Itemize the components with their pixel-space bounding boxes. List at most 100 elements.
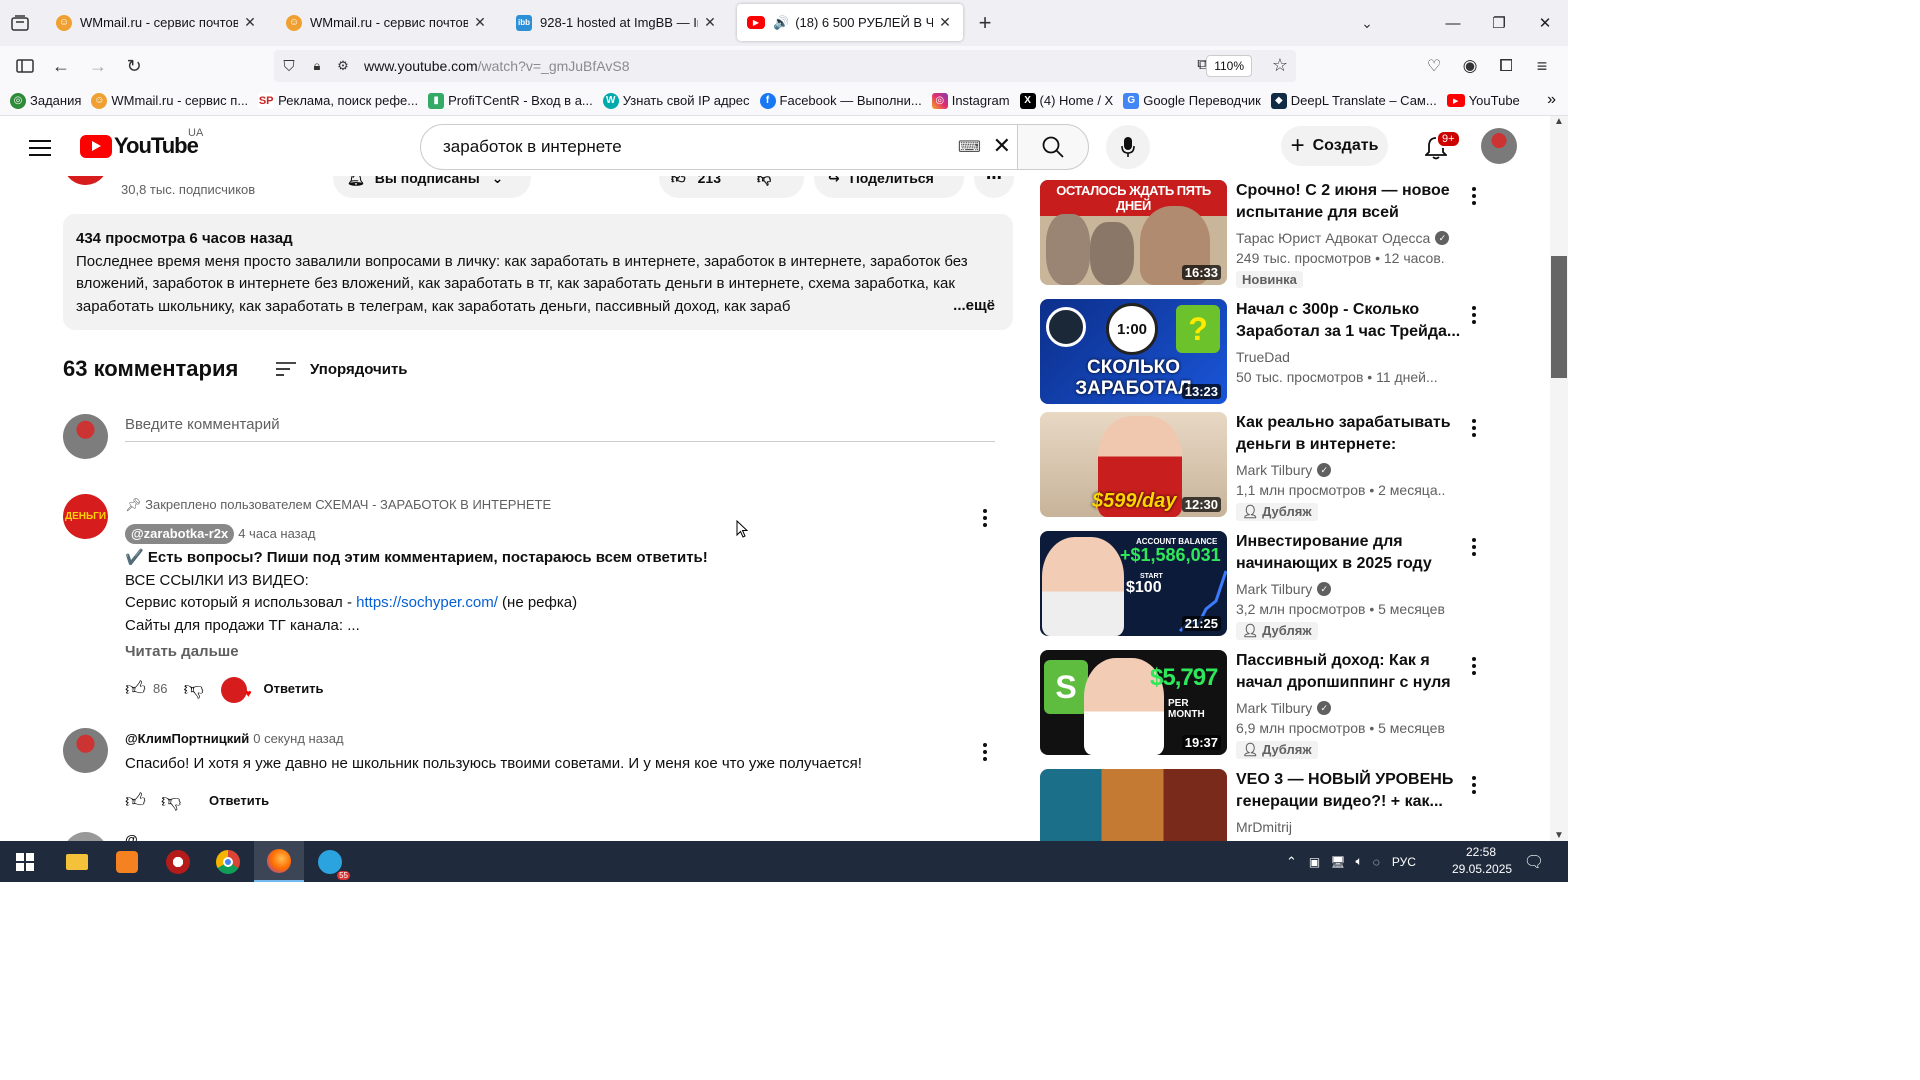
bookmark-zadaniya[interactable]: ◎ Задания (10, 92, 81, 109)
guide-menu-icon[interactable] (22, 130, 58, 166)
video-menu-icon[interactable] (1464, 416, 1484, 440)
extensions-icon[interactable]: ⧠ (1490, 50, 1522, 82)
language-indicator[interactable]: РУС (1392, 855, 1416, 869)
video-thumbnail[interactable]: ACCOUNT BALANCE +$1,586,031 START $100 2… (1040, 531, 1227, 636)
bookmark-deepl[interactable]: ◆ DeepL Translate – Сам... (1270, 92, 1437, 109)
like-icon[interactable]: 👍︎ (125, 674, 153, 706)
video-channel[interactable]: Mark Tilbury ✓ (1236, 700, 1332, 716)
video-title[interactable]: Срочно! С 2 июня — новое испытание для в… (1236, 180, 1462, 224)
video-menu-icon[interactable] (1464, 535, 1484, 559)
zoom-level-badge[interactable]: 110% (1206, 55, 1252, 77)
comment-time[interactable]: 0 секунд назад (253, 731, 343, 746)
close-tab-icon[interactable]: ✕ (702, 14, 718, 31)
video-thumbnail[interactable]: S $5,797 PER MONTH 19:37 (1040, 650, 1227, 755)
video-title[interactable]: Пассивный доход: Как я начал дропшиппинг… (1236, 650, 1462, 694)
clock[interactable]: 22:58 29.05.2025 (1452, 844, 1512, 878)
back-icon[interactable]: ← (45, 50, 77, 82)
dislike-icon[interactable]: 👎︎ (161, 785, 197, 817)
more-bookmarks-icon[interactable]: » (1547, 91, 1556, 109)
windows-start-icon[interactable] (0, 841, 50, 882)
sort-comments-button[interactable]: Упорядочить (274, 360, 408, 378)
reply-button[interactable]: Ответить (263, 678, 323, 701)
comment-time[interactable]: 4 часа назад (238, 526, 315, 541)
video-channel[interactable]: Тарас Юрист Адвокат Одесса ✓ (1236, 230, 1450, 246)
video-menu-icon[interactable] (1464, 303, 1484, 327)
recommended-video[interactable]: ACCOUNT BALANCE +$1,586,031 START $100 2… (1040, 531, 1480, 640)
recommended-video[interactable]: ОСТАЛОСЬ ЖДАТЬ ПЯТЬ ДНЕЙ 16:33 Срочно! С… (1040, 180, 1480, 288)
clear-search-icon[interactable]: ✕ (993, 133, 1011, 159)
description-more-button[interactable]: ...ещё (923, 294, 995, 317)
video-title[interactable]: Как реально зарабатывать деньги в интерн… (1236, 412, 1462, 456)
keyboard-icon[interactable]: ⌨ (958, 137, 981, 157)
bookmark-youtube[interactable]: ▶ YouTube (1446, 93, 1520, 108)
close-window-icon[interactable]: ✕ (1522, 0, 1568, 46)
video-menu-icon[interactable] (1464, 773, 1484, 797)
restore-icon[interactable]: ❐ (1476, 0, 1522, 46)
comment-avatar[interactable]: ДЕНЬГИ (63, 494, 108, 539)
video-title[interactable]: Начал с 300р - Сколько Заработал за 1 ча… (1236, 299, 1462, 343)
speaker-icon[interactable]: 🔊 (773, 15, 789, 31)
sync-icon[interactable]: ◌ (1373, 855, 1380, 869)
scroll-up-icon[interactable]: ▲ (1554, 116, 1564, 127)
bookmark-google-translate[interactable]: G Google Переводчик (1123, 92, 1261, 109)
comment-avatar[interactable] (63, 728, 108, 773)
video-thumbnail[interactable]: 1:00 ? СКОЛЬКО ЗАРАБОТАЛ 13:23 (1040, 299, 1227, 404)
close-tab-icon[interactable]: ✕ (937, 14, 953, 31)
video-menu-icon[interactable] (1464, 184, 1484, 208)
recommended-video[interactable]: $599/day 12:30 Как реально зарабатывать … (1040, 412, 1480, 521)
bookmark-instagram[interactable]: ◎ Instagram (931, 92, 1010, 109)
telegram-icon[interactable]: 55 (305, 841, 355, 882)
search-button[interactable] (1017, 124, 1089, 170)
reply-button[interactable]: Ответить (209, 790, 269, 813)
app-orange-icon[interactable] (102, 841, 152, 882)
bookmark-profitcentr[interactable]: ▮ ProfiTCentR - Вход в а... (428, 92, 593, 109)
video-title[interactable]: Инвестирование для начинающих в 2025 год… (1236, 531, 1462, 575)
comment-link[interactable]: https://sochyper.com/ (356, 594, 498, 611)
url-text[interactable]: www.youtube.com/watch?v=_gmJuBfAvS8 (364, 58, 630, 74)
create-button[interactable]: + Создать (1281, 126, 1388, 166)
comment-input[interactable]: Введите комментарий (125, 416, 995, 442)
video-thumbnail[interactable]: $599/day 12:30 (1040, 412, 1227, 517)
permissions-icon[interactable]: ⚙ (330, 58, 356, 74)
comment-menu-icon[interactable] (973, 506, 997, 530)
search-input[interactable]: заработок в интернете ⌨ ✕ (420, 124, 1018, 170)
video-menu-icon[interactable] (1464, 654, 1484, 678)
menu-icon[interactable]: ≡ (1526, 50, 1558, 82)
bookmark-wmmail[interactable]: ☺ WMmail.ru - сервис п... (91, 92, 248, 109)
firefox-icon[interactable] (254, 841, 304, 882)
tab-youtube-active[interactable]: ▶ 🔊 (18) 6 500 РУБЛЕЙ В ЧАС - ✕ (737, 4, 963, 41)
video-thumbnail[interactable] (1040, 769, 1227, 841)
recommended-video[interactable]: S $5,797 PER MONTH 19:37 Пассивный доход… (1040, 650, 1480, 759)
pocket-icon[interactable]: ♡ (1418, 50, 1450, 82)
bookmark-seosprint[interactable]: SP Реклама, поиск рефе... (258, 92, 418, 109)
video-description[interactable]: 434 просмотра 6 часов назад Последнее вр… (63, 214, 1013, 330)
lock-icon[interactable]: 🔒︎ (304, 58, 330, 74)
tab-wmmail-1[interactable]: ☺ WMmail.ru - сервис почтовых ✕ (46, 4, 268, 41)
shield-icon[interactable]: ⛉ (274, 58, 304, 75)
video-title[interactable]: VEO 3 — НОВЫЙ УРОВЕНЬ генерации видео?! … (1236, 769, 1462, 813)
video-channel[interactable]: Mark Tilbury ✓ (1236, 581, 1332, 597)
comment-menu-icon[interactable] (973, 740, 997, 764)
account-avatar[interactable] (1481, 128, 1517, 164)
read-more-button[interactable]: Читать дальше (125, 641, 995, 664)
recommended-video[interactable]: 1:00 ? СКОЛЬКО ЗАРАБОТАЛ 13:23 Начал с 3… (1040, 299, 1480, 405)
comment-author[interactable]: @КлимПортницкий (125, 731, 249, 746)
network-icon[interactable]: 🖥︎ (1330, 855, 1345, 869)
scrollbar-thumb[interactable] (1551, 256, 1567, 378)
url-bar[interactable]: ⛉ 🔒︎ ⚙ www.youtube.com/watch?v=_gmJuBfAv… (274, 50, 1296, 82)
bookmark-star-icon[interactable]: ☆ (1272, 55, 1288, 76)
like-icon[interactable]: 👍︎ (125, 785, 161, 817)
account-icon[interactable]: ◉ (1454, 50, 1486, 82)
video-thumbnail[interactable]: ОСТАЛОСЬ ЖДАТЬ ПЯТЬ ДНЕЙ 16:33 (1040, 180, 1227, 285)
list-all-tabs-icon[interactable]: ⌄ (1352, 8, 1382, 38)
bookmark-facebook[interactable]: f Facebook — Выполни... (759, 92, 922, 109)
voice-search-button[interactable] (1106, 125, 1150, 169)
bookmark-x[interactable]: X (4) Home / X (1019, 92, 1113, 109)
page-scrollbar[interactable]: ▲ ▼ (1550, 116, 1568, 841)
forward-icon[interactable]: → (82, 50, 114, 82)
show-hidden-icons[interactable]: ⌃ (1286, 854, 1297, 870)
video-channel[interactable]: TrueDad (1236, 349, 1290, 365)
recommended-video[interactable]: VEO 3 — НОВЫЙ УРОВЕНЬ генерации видео?! … (1040, 769, 1480, 841)
tab-wmmail-2[interactable]: ☺ WMmail.ru - сервис почтовых ✕ (276, 4, 498, 41)
sidebar-toggle-icon[interactable] (9, 50, 41, 82)
